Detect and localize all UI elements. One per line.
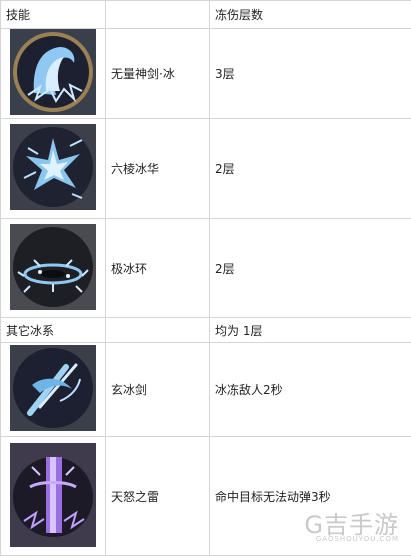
skill-icon-cell	[1, 437, 106, 556]
skill-name: 玄冰剑	[106, 343, 210, 437]
skill-icon-cell	[1, 29, 106, 119]
skill-table: 技能 冻伤层数 无量神剑·冰 3层	[0, 0, 411, 556]
table-row: 无量神剑·冰 3层	[1, 29, 411, 119]
table-row: 天怒之雷 命中目标无法动弹3秒	[1, 437, 411, 556]
table-row: 六棱冰华 2层	[1, 119, 411, 219]
skill-frost-stacks: 3层	[210, 29, 411, 119]
skill-name: 无量神剑·冰	[106, 29, 210, 119]
header-frost-stacks: 冻伤层数	[210, 1, 411, 29]
skill-effect: 命中目标无法动弹3秒	[210, 437, 411, 556]
section-row: 其它冰系 均为 1层	[1, 318, 411, 343]
skill-frost-stacks: 2层	[210, 219, 411, 318]
ice-ring-icon	[10, 224, 96, 313]
skill-frost-stacks: 2层	[210, 119, 411, 219]
table-row: 玄冰剑 冰冻敌人2秒	[1, 343, 411, 437]
purple-thunder-icon	[10, 443, 96, 550]
skill-effect: 冰冻敌人2秒	[210, 343, 411, 437]
section-empty	[106, 318, 210, 343]
ice-sword-icon	[10, 345, 96, 434]
ice-waterfall-icon	[10, 29, 96, 118]
skill-name: 天怒之雷	[106, 437, 210, 556]
skill-icon-cell	[1, 343, 106, 437]
section-label: 其它冰系	[1, 318, 106, 343]
table-row: 极冰环 2层	[1, 219, 411, 318]
header-skill: 技能	[1, 1, 106, 29]
ice-crystal-burst-icon	[10, 124, 96, 213]
header-empty	[106, 1, 210, 29]
header-row: 技能 冻伤层数	[1, 1, 411, 29]
skill-name: 六棱冰华	[106, 119, 210, 219]
skill-name: 极冰环	[106, 219, 210, 318]
section-value: 均为 1层	[210, 318, 411, 343]
skill-icon-cell	[1, 119, 106, 219]
skill-icon-cell	[1, 219, 106, 318]
